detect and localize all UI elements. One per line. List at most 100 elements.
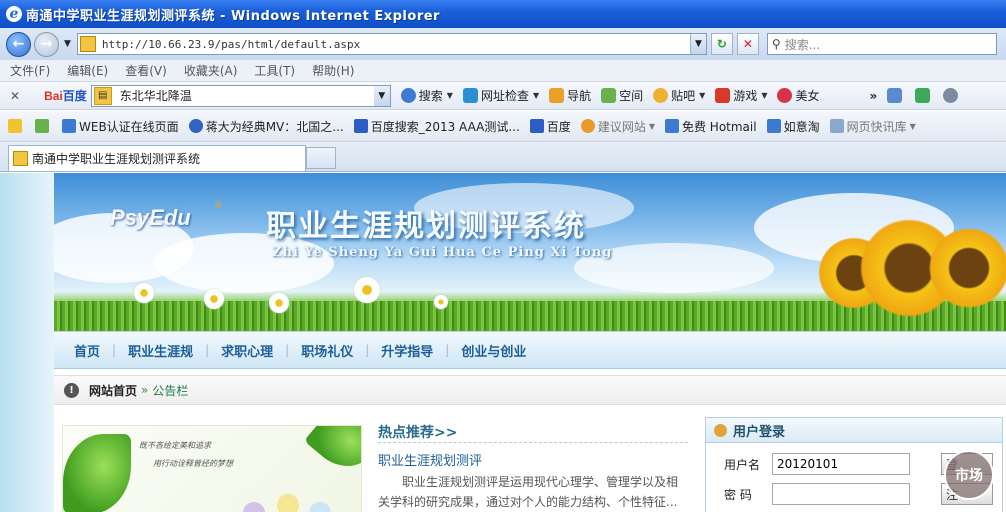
favorites-bar: WEB认证在线页面 蒋大为经典MV：北国之... 百度搜索_2013 AAA测试… [0,111,1006,142]
favorite-web-auth[interactable]: WEB认证在线页面 [62,118,179,135]
hot-article-summary: 职业生涯规划测评是运用现代心理学、管理学以及相关学科的研究成果，通过对个人的能力… [378,475,679,509]
menu-view[interactable]: 查看(V) [125,62,167,79]
address-dropdown-icon[interactable]: ▼ [689,34,706,54]
favorite-mv[interactable]: 蒋大为经典MV：北国之... [188,118,344,135]
password-input[interactable] [772,483,910,505]
settings-gear-icon[interactable] [943,88,961,103]
hao123-icon [549,88,565,103]
menu-help[interactable]: 帮助(H) [312,62,354,79]
baidu-search-dropdown-icon[interactable]: ▼ [373,85,390,106]
shield-icon [462,88,478,103]
baidu-logo: Bai百度 [44,89,87,103]
add-favorite-icon[interactable] [35,119,52,133]
menu-tools[interactable]: 工具(T) [254,62,295,79]
login-header: 用户登录 [706,418,1002,443]
leaf-icon [303,426,361,480]
leaf-icon [63,434,131,512]
address-row: ← → ▼ http://10.66.23.9/pas/html/default… [0,28,1006,60]
window-titlebar: e 南通中学职业生涯规划测评系统 - Windows Internet Expl… [0,0,1006,28]
watermark-stamp: 市场 [944,450,994,500]
view-options-icon[interactable] [887,88,905,103]
kaspersky-icon[interactable] [915,88,933,103]
breadcrumb-separator: » [141,383,149,397]
games-button[interactable]: 游戏 ▼ [715,87,767,104]
close-toolbar-icon[interactable]: ✕ [10,89,20,103]
ie-logo-icon: e [6,6,22,22]
refresh-button[interactable]: ↻ [710,33,733,55]
stop-button[interactable]: ✕ [736,33,759,55]
bubble-icon [277,494,299,512]
favorite-ruyitao[interactable]: 如意淘 [766,118,820,135]
hao-nav-button[interactable]: 导航 [549,87,591,104]
password-label: 密 码 [724,487,752,502]
daisy-icon [204,289,224,309]
favorites-star-icon[interactable] [8,119,25,133]
menu-favorites[interactable]: 收藏夹(A) [184,62,238,79]
search-input[interactable]: ⚲ 搜索... [766,33,997,55]
password-row: 密 码 [724,483,910,505]
favorite-baidu[interactable]: 百度 [529,118,571,135]
tab-active[interactable]: 南通中学职业生涯规划测评系统 [8,145,306,171]
nav-home[interactable]: 首页 [74,341,100,360]
space-button[interactable]: 空间 [601,87,643,104]
username-label: 用户名 [724,457,761,472]
favorite-web-slice[interactable]: 网页快讯库 ▼ [829,118,916,135]
tieba-button[interactable]: 贴吧 ▼ [653,87,705,104]
toolbar-overflow-icon[interactable]: » [870,89,878,103]
nav-study-guide[interactable]: 升学指导 [381,341,433,360]
game-icon [715,88,731,103]
new-tab-button[interactable] [306,147,336,169]
breadcrumb-current[interactable]: 公告栏 [152,382,188,399]
back-button[interactable]: ← [6,31,31,57]
breadcrumb-home[interactable]: 网站首页 [89,382,137,399]
psyedu-logo: PsyEdu [110,205,191,230]
banner-pinyin: Zhi Ye Sheng Ya Gui Hua Ce Ping Xi Tong [272,245,613,260]
forward-button[interactable]: → [34,31,59,57]
username-row: 用户名 [724,453,910,475]
bubble-icon [309,502,331,512]
lips-icon [777,88,793,103]
address-bar[interactable]: http://10.66.23.9/pas/html/default.aspx … [76,33,707,55]
beauty-button[interactable]: 美女 [777,87,820,104]
favorite-suggested-sites[interactable]: 建议网站 ▼ [580,118,655,135]
magnifier-icon [400,88,416,103]
favorite-baidu-search[interactable]: 百度搜索_2013 AAA测试... [353,118,520,135]
breadcrumb: ! 网站首页 » 公告栏 [54,375,1006,405]
user-lock-icon [714,423,727,437]
daisy-icon [354,277,380,303]
house-icon [601,88,617,103]
login-title: 用户登录 [733,424,786,440]
divider [378,442,688,443]
tab-strip: 南通中学职业生涯规划测评系统 [0,142,1006,172]
menu-edit[interactable]: 编辑(E) [67,62,108,79]
nav-job-psychology[interactable]: 求职心理 [221,341,273,360]
hot-recommend-title[interactable]: 热点推荐>> [378,422,457,442]
address-url[interactable]: http://10.66.23.9/pas/html/default.aspx [102,38,690,51]
baidu-search-input[interactable]: ▤ 东北华北降温 ▼ [90,84,391,107]
menu-bar: 文件(F) 编辑(E) 查看(V) 收藏夹(A) 工具(T) 帮助(H) [0,60,1006,82]
chat-bubble-icon [653,88,669,103]
url-check-button[interactable]: 网址检查 ▼ [462,87,539,104]
info-icon: ! [64,382,79,398]
promo-text-1: 既不吝给定美和追求 [139,441,211,450]
main-nav: 首页 | 职业生涯规 | 求职心理 | 职场礼仪 | 升学指导 | 创业与创业 [54,331,1006,369]
tab-label: 南通中学职业生涯规划测评系统 [32,152,201,166]
daisy-icon [269,293,289,313]
hot-article-link[interactable]: 职业生涯规划测评 [378,450,482,469]
left-gutter [0,173,54,512]
baidu-search-box-icon: ▤ [93,86,112,105]
nav-career[interactable]: 职业生涯规 [128,341,193,360]
history-dropdown-icon[interactable]: ▼ [64,39,71,49]
search-placeholder: 搜索... [784,37,821,52]
baidu-toolbar: ✕ Bai百度 ▤ 东北华北降温 ▼ 搜索 ▼ 网址检查 ▼ 导航 空间 贴吧 ▼ 游… [0,82,1006,110]
sunflower-icon [924,223,1006,313]
baidu-search-button[interactable]: 搜索 ▼ [400,87,453,104]
baidu-search-value[interactable]: 东北华北降温 [120,87,374,104]
menu-file[interactable]: 文件(F) [10,62,50,79]
username-input[interactable] [772,453,910,475]
nav-entrepreneurship[interactable]: 创业与创业 [461,341,526,360]
promo-image: 既不吝给定美和追求 用行动诠释曾经的梦想 [62,425,362,512]
nav-workplace-etiquette[interactable]: 职场礼仪 [301,341,353,360]
search-icon: ⚲ [771,37,781,51]
favorite-hotmail[interactable]: 免费 Hotmail [664,118,757,135]
